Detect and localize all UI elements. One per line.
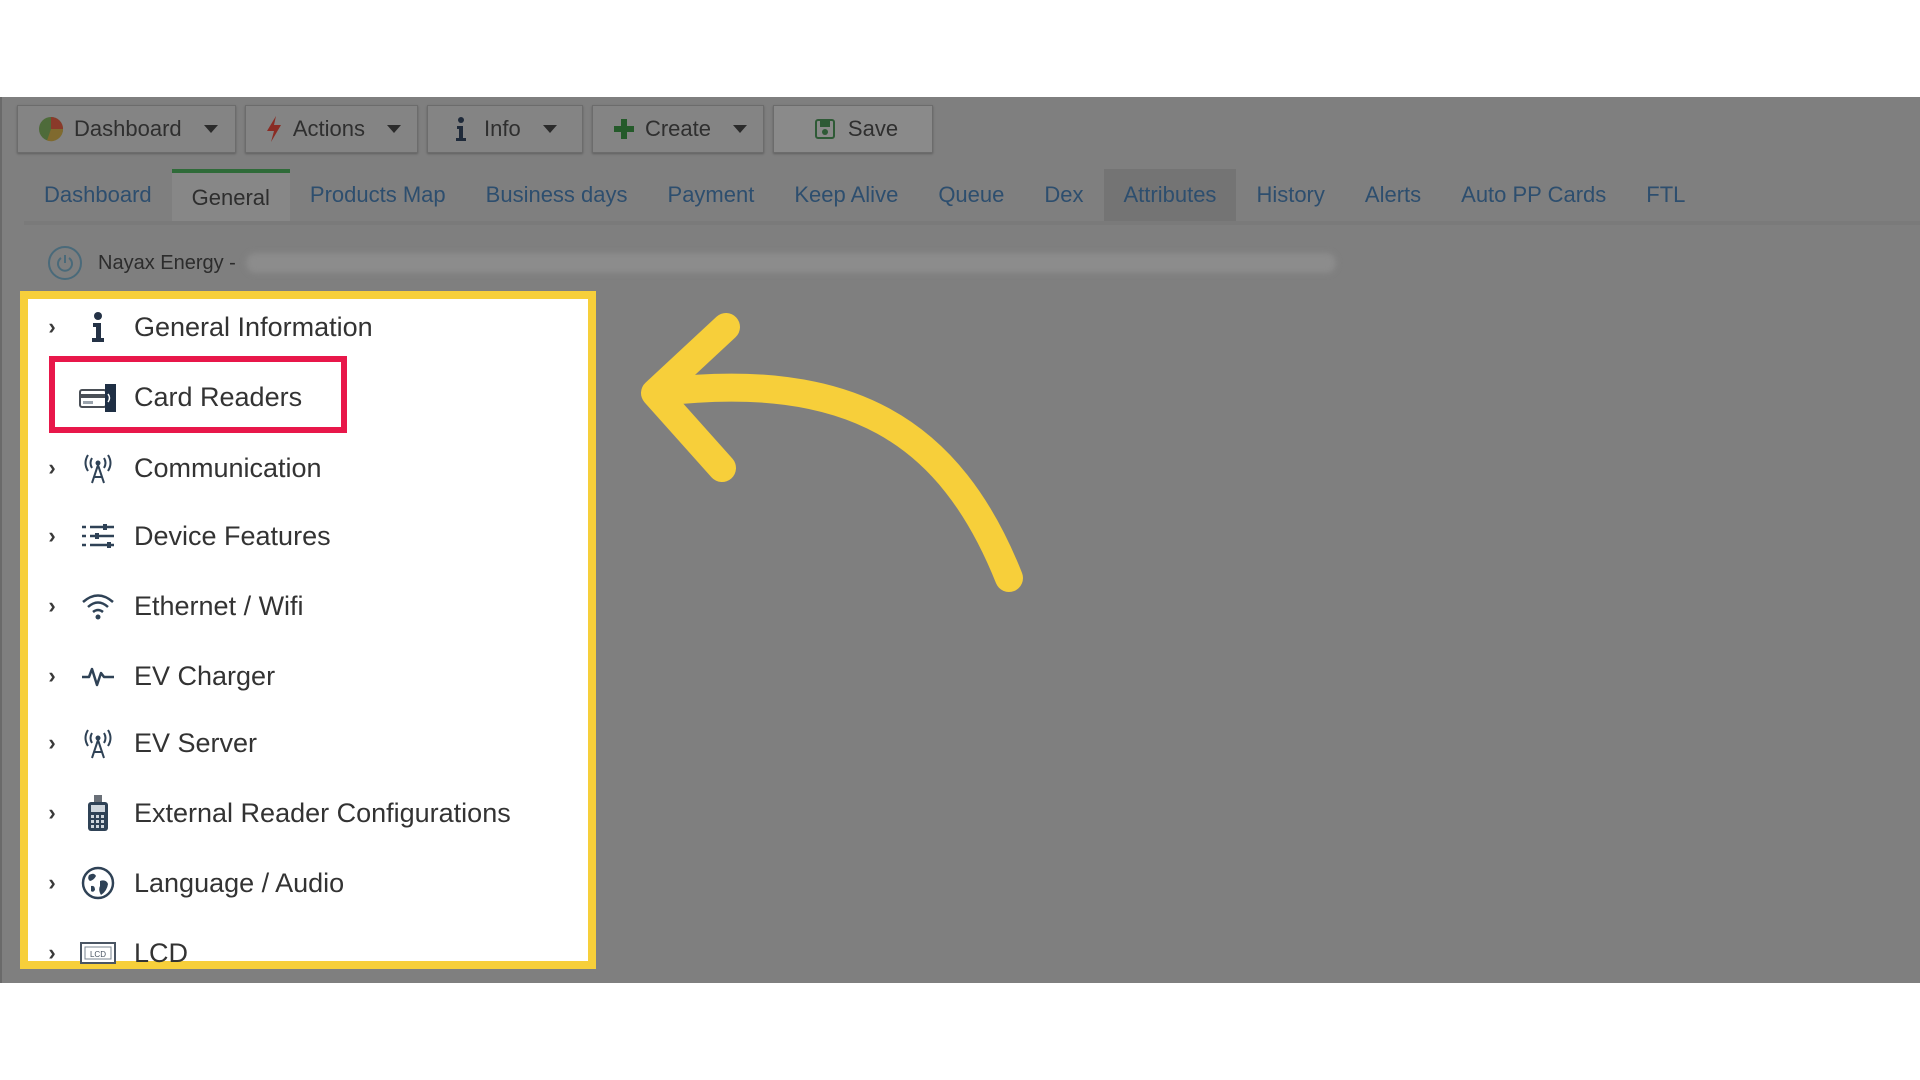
- chevron-down-icon: [203, 125, 218, 133]
- tab-queue[interactable]: Queue: [918, 169, 1024, 221]
- chevron-right-icon[interactable]: ›: [38, 314, 66, 340]
- settings-tree-panel: › General Information Card Readers › Com…: [20, 291, 596, 969]
- chevron-down-icon: [387, 125, 401, 133]
- dashboard-dropdown-button[interactable]: Dashboard: [17, 105, 236, 153]
- tab-auto-pp-cards[interactable]: Auto PP Cards: [1441, 169, 1626, 221]
- tab-dex[interactable]: Dex: [1024, 169, 1103, 221]
- create-button-label: Create: [644, 116, 711, 141]
- tree-item-device-features[interactable]: › Device Features: [28, 512, 331, 560]
- tree-item-label: General Information: [134, 311, 373, 342]
- tab-general[interactable]: General: [171, 169, 290, 221]
- tree-item-external-reader-configurations[interactable]: › External Reader Configurations: [28, 789, 511, 837]
- tab-alerts[interactable]: Alerts: [1345, 169, 1441, 221]
- tab-ftl[interactable]: FTL: [1626, 169, 1705, 221]
- lcd-icon: LCD: [78, 933, 118, 973]
- tree-item-label: EV Server: [134, 727, 258, 758]
- info-dropdown-button[interactable]: Info: [427, 105, 583, 153]
- power-icon: [48, 246, 82, 280]
- tab-history[interactable]: History: [1236, 169, 1344, 221]
- save-icon: [810, 114, 840, 144]
- tree-item-ev-charger[interactable]: › EV Charger: [28, 652, 275, 700]
- globe-icon: [78, 863, 118, 903]
- chevron-right-icon[interactable]: ›: [38, 730, 66, 756]
- tree-item-language-audio[interactable]: › Language / Audio: [28, 859, 344, 907]
- blurred-device-details: [245, 253, 1336, 273]
- info-icon: [446, 114, 476, 144]
- lightning-icon: [264, 114, 285, 144]
- antenna-icon: [78, 723, 118, 763]
- chevron-right-icon[interactable]: ›: [38, 523, 66, 549]
- tab-keep-alive[interactable]: Keep Alive: [774, 169, 918, 221]
- tab-attributes[interactable]: Attributes: [1103, 169, 1237, 221]
- device-header: Nayax Energy -: [48, 245, 1336, 281]
- chevron-down-icon: [542, 125, 557, 133]
- dashboard-button-label: Dashboard: [74, 116, 182, 141]
- tree-item-lcd[interactable]: › LCD LCD: [28, 929, 188, 977]
- create-dropdown-button[interactable]: Create: [592, 105, 764, 153]
- tab-payment[interactable]: Payment: [648, 169, 775, 221]
- info-icon: [78, 307, 118, 347]
- tab-bar-divider: [24, 221, 1920, 225]
- tree-item-label: Language / Audio: [134, 867, 345, 898]
- tree-item-general-information[interactable]: › General Information: [28, 303, 373, 351]
- antenna-icon: [78, 448, 118, 488]
- chevron-right-icon[interactable]: ›: [38, 940, 66, 966]
- pulse-icon: [78, 656, 118, 696]
- pie-chart-icon: [36, 114, 66, 144]
- tab-bar: Dashboard General Products Map Business …: [24, 169, 1705, 221]
- save-button[interactable]: Save: [773, 105, 933, 153]
- tree-item-label: EV Charger: [134, 660, 276, 691]
- chevron-right-icon[interactable]: ›: [38, 663, 66, 689]
- actions-dropdown-button[interactable]: Actions: [245, 105, 418, 153]
- tab-business-days[interactable]: Business days: [466, 169, 648, 221]
- save-button-label: Save: [847, 116, 899, 141]
- toolbar: Dashboard Actions Info Create Save: [17, 105, 942, 155]
- chevron-right-icon[interactable]: ›: [38, 455, 66, 481]
- tree-item-label: Device Features: [134, 520, 331, 551]
- chevron-right-icon[interactable]: ›: [38, 593, 66, 619]
- info-button-label: Info: [484, 116, 521, 141]
- chevron-down-icon: [733, 125, 747, 133]
- device-name: Nayax Energy -: [98, 251, 236, 274]
- tree-item-label: LCD: [134, 937, 189, 968]
- chevron-right-icon[interactable]: ›: [38, 870, 66, 896]
- tree-item-label: External Reader Configurations: [134, 797, 511, 828]
- actions-button-label: Actions: [292, 116, 365, 141]
- tree-item-label: Communication: [134, 452, 322, 483]
- tree-item-ethernet-wifi[interactable]: › Ethernet / Wifi: [28, 582, 304, 630]
- tab-dashboard[interactable]: Dashboard: [24, 169, 172, 221]
- plus-icon: [611, 114, 637, 144]
- svg-text:LCD: LCD: [90, 950, 106, 959]
- card-terminal-icon: [78, 793, 118, 833]
- tree-item-communication[interactable]: › Communication: [28, 444, 322, 492]
- tab-products-map[interactable]: Products Map: [290, 169, 466, 221]
- window-edge: [0, 97, 2, 983]
- selection-highlight-box: [49, 356, 347, 433]
- chevron-right-icon[interactable]: ›: [38, 800, 66, 826]
- list-settings-icon: [78, 516, 118, 556]
- tree-item-label: Ethernet / Wifi: [134, 590, 304, 621]
- wifi-icon: [78, 586, 118, 626]
- tree-item-ev-server[interactable]: › EV Server: [28, 719, 257, 767]
